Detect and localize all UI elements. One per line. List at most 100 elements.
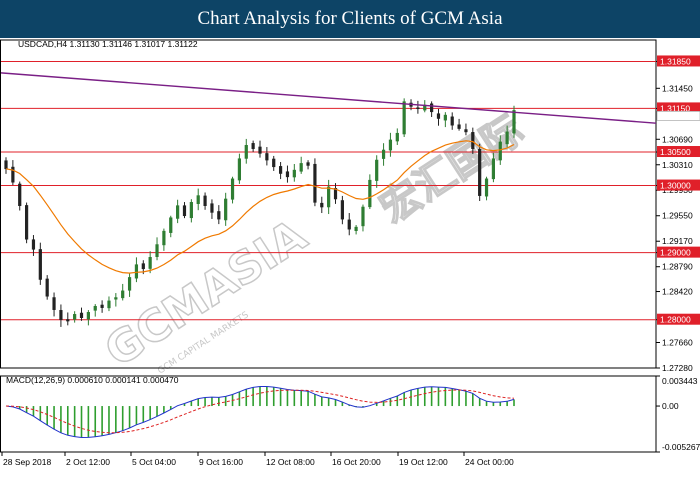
candle-body [265,153,269,161]
candle-body [155,244,159,257]
candle-body [203,195,207,206]
candle-body [182,205,187,217]
candle-body [464,129,468,133]
candle-body [121,290,125,299]
candle-body [230,178,235,200]
candle-body [272,158,276,168]
candle-body [100,304,104,308]
candle-body [86,312,90,320]
price-tick-label: 1.29550 [662,211,693,221]
candle-body [450,116,454,126]
candle-body [313,163,317,203]
chart-banner: Chart Analysis for Clients of GCM Asia [0,0,700,38]
x-tick-label: 12 Oct 08:00 [266,457,315,467]
candle-body [512,110,516,134]
candle-body [169,217,173,233]
candle-body [443,114,447,121]
price-tick-label: 1.28790 [662,262,693,272]
macd-tick-label: 0.003443 [662,376,698,386]
price-tick-label: 1.31450 [662,83,693,93]
level-tag-label: 1.31850 [660,56,691,66]
candle-body [375,159,379,181]
candle-body [491,158,496,180]
x-tick-label: 5 Oct 04:00 [132,457,176,467]
candle-body [505,131,509,145]
candle-body [285,171,290,178]
candle-body [471,132,475,149]
candle-body [66,319,70,322]
candle-body [237,158,242,181]
candle-body [416,107,420,110]
candle-body [381,149,386,159]
x-tick-label: 19 Oct 12:00 [399,457,448,467]
price-tick-label: 1.28420 [662,287,693,297]
candle-body [478,149,482,196]
candle-body [430,103,434,113]
price-tick-label: 1.27660 [662,338,693,348]
candle-body [38,249,42,280]
candle-body [107,300,111,309]
level-tag-label: 1.28000 [660,315,691,325]
candle-body [224,198,228,221]
candle-body [93,305,97,311]
candle-body [79,312,84,318]
candle-body [73,314,77,320]
candle-body [361,206,365,227]
candle-body [306,162,310,166]
candle-body [141,263,145,270]
candle-body [217,211,221,220]
candle-body [354,226,358,231]
candle-body [176,205,180,219]
x-tick-label: 2 Oct 12:00 [66,457,110,467]
candle-body [114,297,118,300]
price-tick-label: 1.30310 [662,160,693,170]
price-tick-label: 1.29170 [662,236,693,246]
candle-body [45,278,49,297]
macd-tick-label: 0.00 [662,401,679,411]
candle-body [320,202,324,208]
candle-body [162,230,166,246]
level-tag-label: 1.30000 [660,181,691,191]
candle-body [299,163,303,172]
candle-body [278,166,283,174]
banner-title: Chart Analysis for Clients of GCM Asia [197,8,503,29]
x-tick-label: 28 Sep 2018 [3,457,51,467]
price-tick-label: 1.27280 [662,363,693,373]
candle-body [347,219,351,230]
candle-body [457,124,461,129]
candle-body [498,141,502,161]
candle-body [59,310,63,321]
candle-body [327,186,331,208]
candle-body [484,178,489,197]
level-tag-label: 1.30500 [660,147,691,157]
candle-body [18,183,22,206]
main-chart-info: USDCAD,H4 1.31130 1.31146 1.31017 1.3112… [18,39,198,49]
candle-body [292,169,296,178]
x-tick-label: 24 Oct 00:00 [465,457,514,467]
current-price-tag [656,111,700,121]
candle-body [31,239,36,250]
price-chart[interactable]: GCMASIAGCM CAPITAL MARKETS宏汇国际 1.318501.… [0,38,700,500]
candle-body [258,146,262,154]
candle-body [4,160,8,170]
candle-body [196,195,200,204]
macd-info: MACD(12,26,9) 0.000610 0.000141 0.000470 [6,375,179,385]
candle-body [24,205,29,240]
x-tick-label: 16 Oct 20:00 [332,457,381,467]
candle-body [402,101,406,135]
price-tick-label: 1.30690 [662,134,693,144]
candle-body [52,297,56,310]
candle-body [395,132,399,142]
level-tag-label: 1.29000 [660,248,691,258]
candle-body [368,179,372,208]
candle-body [134,264,139,279]
candle-body [251,143,255,149]
candle-body [388,139,393,151]
candle-body [148,257,152,269]
x-tick-label: 9 Oct 16:00 [199,457,243,467]
candle-body [210,203,214,213]
candle-body [127,277,132,291]
candle-body [189,202,193,219]
candle-body [340,200,344,220]
candle-body [244,145,248,159]
